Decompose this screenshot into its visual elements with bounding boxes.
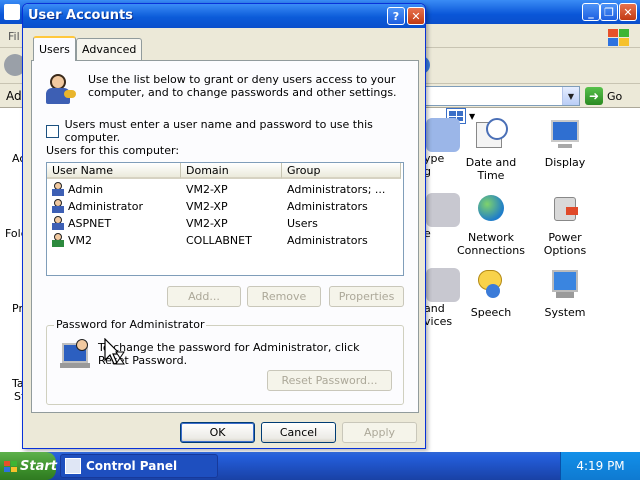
minimize-button[interactable]: _ <box>582 3 600 21</box>
control-panel-icon <box>65 458 81 474</box>
speech-icon <box>474 268 508 302</box>
must-enter-password-label: Users must enter a user name and passwor… <box>64 118 373 144</box>
start-button[interactable]: Start <box>0 452 57 480</box>
windows-flag-icon <box>4 460 17 472</box>
cancel-button[interactable]: Cancel <box>261 422 336 443</box>
cp-item-system[interactable]: System <box>526 268 604 319</box>
intro-text: Use the list below to grant or deny user… <box>88 73 397 99</box>
apply-button[interactable]: Apply <box>342 422 417 443</box>
clock-calendar-icon <box>474 118 508 152</box>
password-instructions: To change the password for Administrator… <box>98 341 360 367</box>
computer-user-icon <box>60 339 94 369</box>
power-plug-icon <box>548 193 582 227</box>
ok-button[interactable]: OK <box>180 422 255 443</box>
taskbar-item-control-panel[interactable]: Control Panel <box>60 454 218 478</box>
tab-users-label: Users <box>39 43 70 56</box>
cp-item-power-options[interactable]: Power Options <box>526 193 604 257</box>
users-list-label: Users for this computer: <box>46 144 180 157</box>
group-cell: Administrators; ... <box>287 183 386 196</box>
properties-button[interactable]: Properties <box>329 286 404 307</box>
tab-advanced-label: Advanced <box>82 43 137 56</box>
tab-users[interactable]: Users <box>33 36 76 61</box>
table-row[interactable]: Admin VM2-XP Administrators; ... <box>47 181 403 198</box>
address-field[interactable] <box>424 86 580 106</box>
add-user-button[interactable]: Add... <box>167 286 241 307</box>
user-name-cell: Administrator <box>68 200 143 213</box>
taskbar-item-label: Control Panel <box>86 459 178 473</box>
table-row[interactable]: VM2 COLLABNET Administrators <box>47 232 403 249</box>
cp-item-display[interactable]: Display <box>526 118 604 169</box>
users-keys-icon <box>44 74 78 106</box>
group-cell: Users <box>287 217 318 230</box>
monitor-icon <box>548 118 582 152</box>
reset-password-button[interactable]: Reset Password... <box>267 370 392 391</box>
go-arrow-icon: ➜ <box>585 87 603 105</box>
group-cell: Administrators <box>287 200 368 213</box>
column-header-domain[interactable]: Domain <box>181 163 282 179</box>
close-window-button[interactable]: ✕ <box>619 3 637 21</box>
mouse-cursor-icon <box>104 338 125 365</box>
user-icon <box>51 216 65 230</box>
close-button[interactable]: ✕ <box>407 7 425 25</box>
cp-item-date-and-time[interactable]: Date and Time <box>452 118 530 182</box>
remove-user-button[interactable]: Remove <box>247 286 321 307</box>
user-name-cell: VM2 <box>68 234 93 247</box>
go-button[interactable]: ➜ Go <box>585 86 635 106</box>
must-enter-password-checkbox[interactable] <box>46 124 59 138</box>
restore-button[interactable]: ❐ <box>600 3 618 21</box>
users-list[interactable]: User Name Domain Group Admin VM2-XP Admi… <box>46 162 404 276</box>
domain-cell: VM2-XP <box>186 200 228 213</box>
password-group-label: Password for Administrator <box>54 318 207 331</box>
menu-file[interactable]: Fil <box>8 30 20 43</box>
users-tab-panel: Use the list below to grant or deny user… <box>31 60 419 413</box>
domain-cell: VM2-XP <box>186 183 228 196</box>
user-name-cell: Admin <box>68 183 104 196</box>
user-icon <box>51 182 65 196</box>
user-icon <box>51 199 65 213</box>
table-row[interactable]: Administrator VM2-XP Administrators <box>47 198 403 215</box>
windows-logo-icon <box>606 28 630 48</box>
start-label: Start <box>20 458 57 474</box>
system-tray: 4:19 PM <box>560 452 640 480</box>
tab-advanced[interactable]: Advanced <box>76 38 143 60</box>
column-header-group[interactable]: Group <box>282 163 401 179</box>
user-name-cell: ASPNET <box>68 217 112 230</box>
cp-item-network-connections[interactable]: Network Connections <box>452 193 530 257</box>
control-panel-app-icon <box>4 4 20 20</box>
group-cell: Administrators <box>287 234 368 247</box>
domain-cell: VM2-XP <box>186 217 228 230</box>
dialog-title: User Accounts <box>28 8 133 23</box>
table-row[interactable]: ASPNET VM2-XP Users <box>47 215 403 232</box>
system-icon <box>548 268 582 302</box>
globe-network-icon <box>474 193 508 227</box>
address-label: Ad <box>6 89 22 103</box>
go-label: Go <box>607 89 623 103</box>
dialog-title-bar[interactable]: User Accounts ? ✕ <box>23 4 425 28</box>
address-dropdown-button[interactable]: ▼ <box>562 87 579 105</box>
column-header-user-name[interactable]: User Name <box>47 163 181 179</box>
must-enter-password-option[interactable]: Users must enter a user name and passwor… <box>46 118 418 144</box>
cp-item-speech[interactable]: Speech <box>452 268 530 319</box>
domain-cell: COLLABNET <box>186 234 252 247</box>
user-accounts-dialog: User Accounts ? ✕ Users Advanced Use the… <box>22 3 426 449</box>
clock[interactable]: 4:19 PM <box>576 459 624 473</box>
domain-user-icon <box>51 233 65 247</box>
help-button[interactable]: ? <box>387 7 405 25</box>
